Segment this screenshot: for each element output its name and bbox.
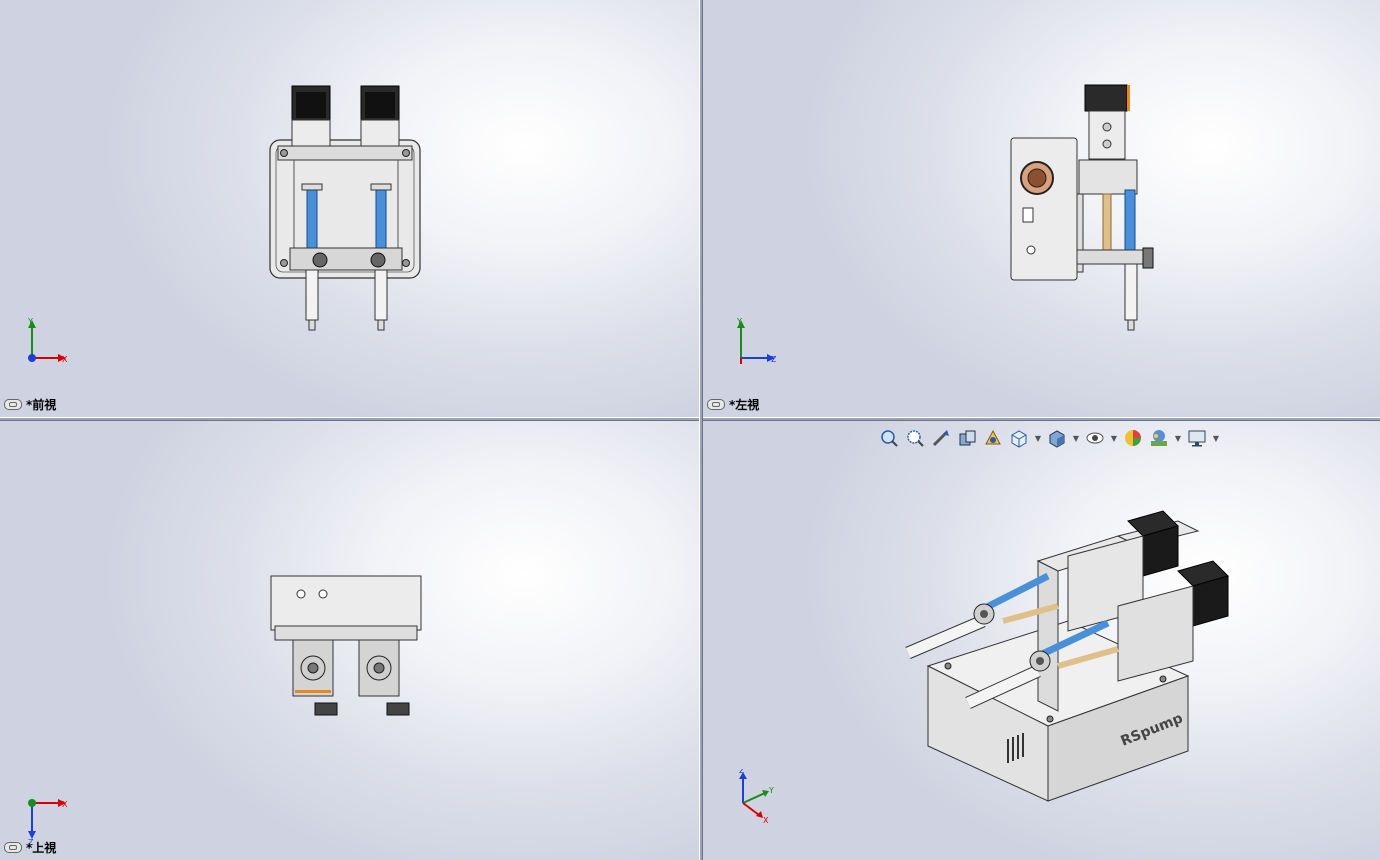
section-view-icon[interactable]	[956, 427, 978, 449]
axis-x-label: X	[763, 816, 769, 824]
chevron-down-icon[interactable]: ▼	[1072, 427, 1080, 449]
view-name: *前視	[26, 398, 57, 412]
top-viewport[interactable]: X Z *上視	[0, 421, 699, 860]
view-name: *左視	[729, 398, 760, 412]
apply-scene-icon[interactable]	[1148, 427, 1170, 449]
coordinate-triad: Z Y X	[739, 769, 774, 824]
coordinate-triad: X Z	[28, 799, 68, 845]
heads-up-view-toolbar: ▼ ▼ ▼ ▼ ▼	[878, 425, 1220, 451]
top-view-model	[270, 575, 422, 716]
axis-z-label: Z	[771, 355, 777, 364]
hide-show-items-icon[interactable]	[1084, 427, 1106, 449]
coordinate-triad: Y X	[27, 317, 68, 364]
axis-y-label: Y	[736, 317, 742, 326]
front-view-model	[269, 85, 421, 331]
axis-y-label: Y	[768, 786, 774, 795]
view-label-front[interactable]: *前視	[4, 396, 56, 413]
isometric-viewport[interactable]: ▼ ▼ ▼ ▼ ▼ RSpump Z Y X	[703, 421, 1380, 860]
left-viewport[interactable]: Y Z *左視	[703, 0, 1380, 417]
view-label-top[interactable]: *上視	[4, 839, 56, 856]
front-viewport[interactable]: Y X *前視	[0, 0, 699, 417]
view-settings-icon[interactable]	[1186, 427, 1208, 449]
axis-z-label: Z	[739, 769, 745, 775]
chevron-down-icon[interactable]: ▼	[1110, 427, 1118, 449]
view-orientation-icon[interactable]	[1008, 427, 1030, 449]
chevron-down-icon[interactable]: ▼	[1034, 427, 1042, 449]
vertical-splitter[interactable]	[699, 0, 703, 860]
chevron-down-icon[interactable]: ▼	[1174, 427, 1182, 449]
zoom-to-area-icon[interactable]	[904, 427, 926, 449]
display-style-icon[interactable]	[1046, 427, 1068, 449]
link-icon	[4, 399, 22, 410]
edit-appearance-icon[interactable]	[1122, 427, 1144, 449]
previous-view-icon[interactable]	[930, 427, 952, 449]
view-label-left[interactable]: *左視	[707, 396, 759, 413]
axis-y-label: Y	[27, 317, 33, 326]
view-name: *上視	[26, 841, 57, 855]
link-icon	[707, 399, 725, 410]
axis-x-label: X	[62, 800, 68, 809]
zoom-to-fit-icon[interactable]	[878, 427, 900, 449]
coordinate-triad: Y Z	[736, 317, 777, 364]
axis-x-label: X	[62, 355, 68, 364]
horizontal-splitter[interactable]	[0, 417, 1380, 421]
chevron-down-icon[interactable]: ▼	[1212, 427, 1220, 449]
dynamic-annotation-icon[interactable]	[982, 427, 1004, 449]
isometric-view-model: RSpump	[905, 510, 1229, 802]
link-icon	[4, 842, 22, 853]
left-view-model	[1010, 84, 1154, 331]
